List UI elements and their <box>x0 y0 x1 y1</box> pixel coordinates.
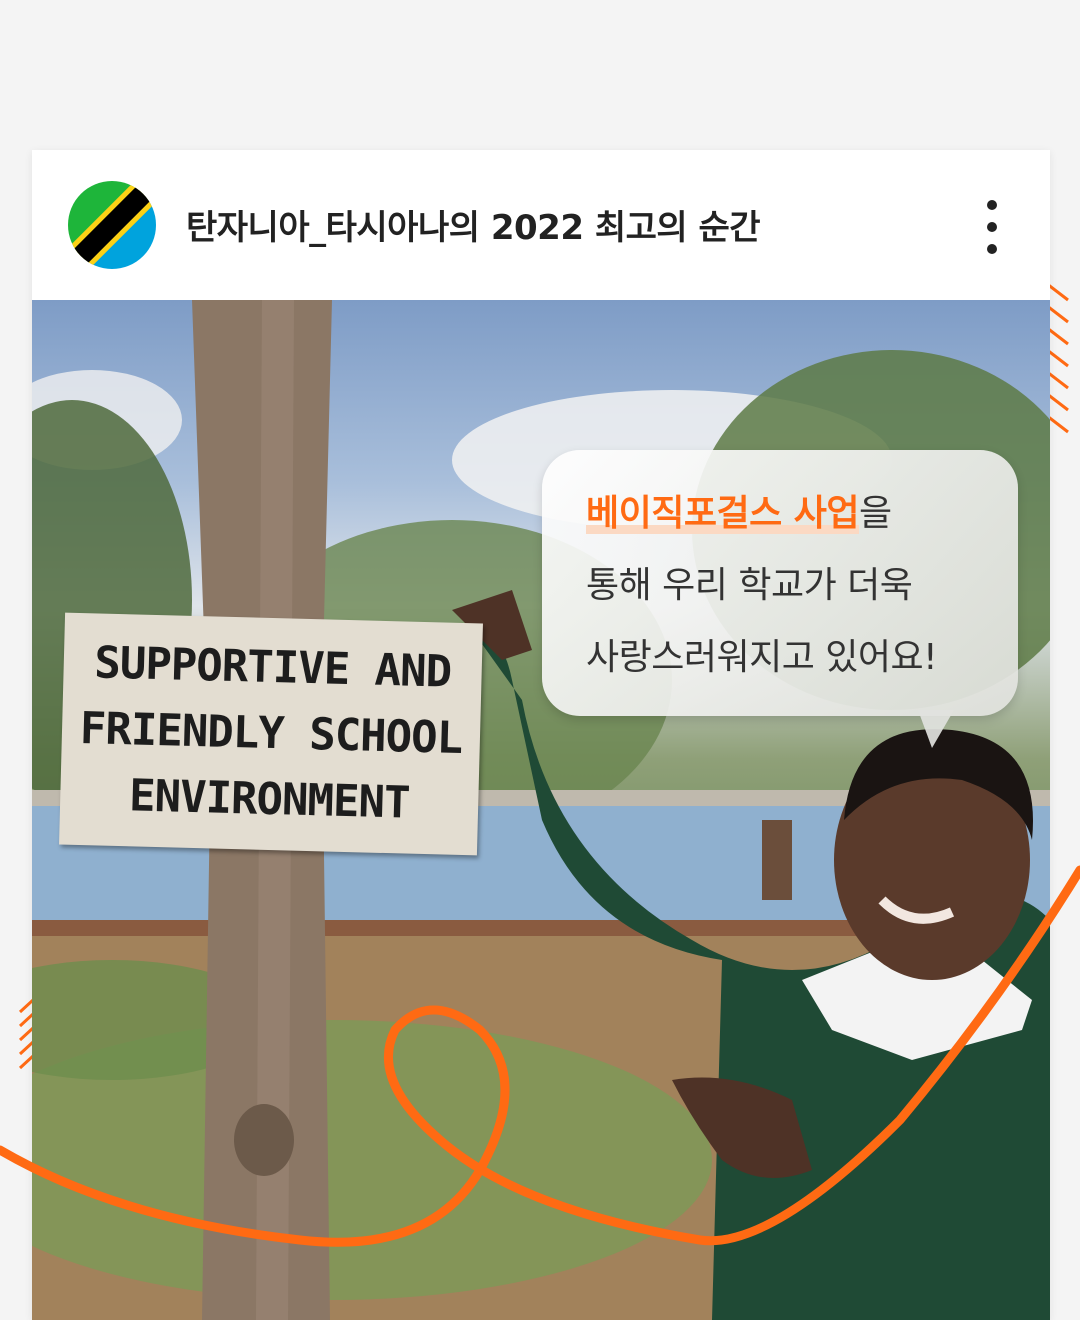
post-photo: SUPPORTIVE AND FRIENDLY SCHOOL ENVIRONME… <box>32 300 1050 1320</box>
card-header: 탄자니아_타시아나의 2022 최고의 순간 <box>32 150 1050 300</box>
school-sign: SUPPORTIVE AND FRIENDLY SCHOOL ENVIRONME… <box>59 612 483 856</box>
speech-bubble: 베이직포걸스 사업을 통해 우리 학교가 더욱 사랑스러워지고 있어요! <box>542 450 1018 716</box>
bubble-line-1: 베이직포걸스 사업을 <box>586 478 937 550</box>
tanzania-flag-icon <box>68 181 156 269</box>
speech-bubble-tail <box>918 710 954 748</box>
sign-line-3: ENVIRONMENT <box>128 770 411 829</box>
sign-line-2: FRIENDLY SCHOOL <box>79 703 463 764</box>
post-card: 탄자니아_타시아나의 2022 최고의 순간 SUPPORTIVE AND FR… <box>32 150 1050 1320</box>
sign-line-1: SUPPORTIVE AND <box>93 637 452 698</box>
highlight-text: 베이직포걸스 사업 <box>586 493 860 534</box>
bubble-line-3: 사랑스러워지고 있어요! <box>586 637 938 678</box>
bubble-line-2: 통해 우리 학교가 더욱 <box>586 565 913 606</box>
bubble-line-1-rest: 을 <box>859 493 892 534</box>
post-title: 탄자니아_타시아나의 2022 최고의 순간 <box>186 208 761 248</box>
more-options-icon[interactable] <box>976 200 1008 254</box>
